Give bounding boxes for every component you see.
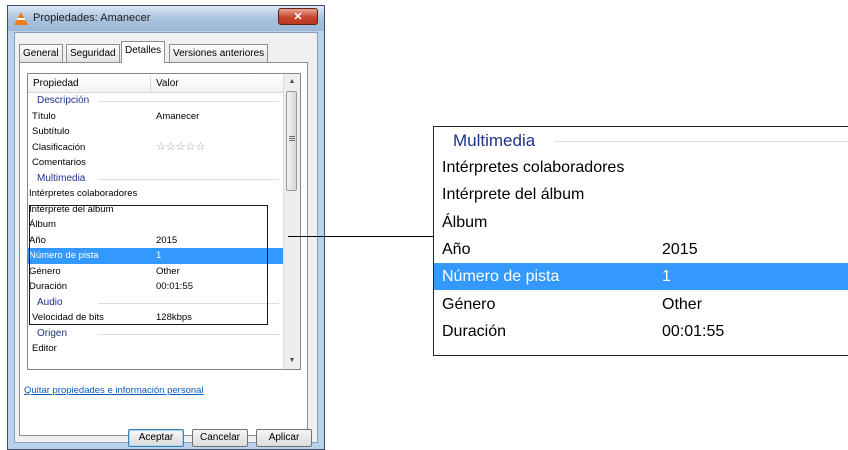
property-row-clasificacion[interactable]: Clasificación ☆☆☆☆☆ [28,140,285,156]
zoom-property-name: Número de pista [442,268,560,286]
property-row-numero-de-pista[interactable]: Número de pista 1 [28,248,285,264]
property-name: Álbum [29,219,56,230]
title-bar[interactable]: Propiedades: Amanecer ✕ [8,6,324,31]
list-header: Propiedad Valor [28,74,285,93]
group-label: Audio [37,296,63,308]
zoom-row-album: Álbum [434,209,848,236]
property-row-titulo[interactable]: Título Amanecer [28,109,285,125]
remove-properties-link[interactable]: Quitar propiedades e información persona… [24,385,204,396]
zoom-group-header: Multimedia [434,127,848,154]
group-divider [554,141,848,142]
zoom-group-label: Multimedia [453,131,536,150]
zoom-property-name: Intérpretes colaboradores [442,159,625,176]
group-label: Multimedia [37,172,86,184]
scroll-down-arrow-icon[interactable]: ▼ [284,353,300,369]
group-header-descripcion: Descripción [28,93,285,109]
column-divider[interactable] [150,76,151,90]
tab-general[interactable]: General [19,44,63,62]
property-name: Editor [32,343,57,354]
property-name: Intérprete del álbum [29,203,114,215]
property-name: Año [29,234,46,246]
group-header-origen: Origen [28,326,285,342]
group-label: Descripción [37,95,90,106]
group-divider [98,302,279,304]
zoom-row-ano: Año 2015 [434,236,848,263]
property-name: Subtítulo [32,126,70,137]
apply-button[interactable]: Aplicar [256,429,312,447]
property-row-interpretes-colaboradores[interactable]: Intérpretes colaboradores [28,186,285,202]
property-row-subtitulo[interactable]: Subtítulo [28,124,285,140]
property-value[interactable]: Other [156,264,180,280]
scroll-thumb[interactable] [286,91,297,191]
group-divider [98,333,279,335]
cancel-button[interactable]: Cancelar [192,429,248,447]
zoom-row-duracion: Duración 00:01:55 [434,318,848,345]
tab-seguridad[interactable]: Seguridad [66,44,120,62]
column-header-value[interactable]: Valor [156,78,179,89]
zoom-row-genero: Género Other [434,291,848,318]
property-list[interactable]: Propiedad Valor Descripción Título Amanece… [27,73,301,370]
property-row-interprete-del-album[interactable]: Intérprete del álbum [28,202,285,218]
vlc-cone-icon [14,12,28,25]
rating-stars-icon[interactable]: ☆☆☆☆☆ [156,140,205,156]
close-button[interactable]: ✕ [278,8,318,25]
property-row-velocidad-de-bits[interactable]: Velocidad de bits 128kbps [28,310,285,326]
zoom-property-name: Duración [442,322,507,340]
vertical-scrollbar[interactable]: ▲ ▼ [283,74,300,369]
property-name: Velocidad de bits [32,312,104,323]
zoom-property-value: 00:01:55 [662,322,725,340]
zoom-property-value: 2015 [662,240,698,258]
tab-detalles[interactable]: Detalles [121,41,166,63]
property-row-duracion[interactable]: Duración 00:01:55 [28,279,285,295]
group-divider [98,178,279,180]
property-name: Título [32,110,56,122]
property-row-genero[interactable]: Género Other [28,264,285,280]
property-row-comentarios[interactable]: Comentarios [28,155,285,171]
ok-button[interactable]: Aceptar [128,429,184,447]
zoom-property-name: Álbum [442,213,488,231]
property-row-editor[interactable]: Editor [28,341,285,357]
property-value[interactable]: 00:01:55 [156,279,193,295]
property-name: Número de pista [29,250,99,261]
window-title: Propiedades: Amanecer [33,12,151,24]
property-name: Comentarios [32,157,86,168]
column-header-property[interactable]: Propiedad [33,78,79,89]
properties-dialog: Propiedades: Amanecer ✕ General Segurida… [7,5,325,450]
property-value[interactable]: Amanecer [156,109,199,125]
property-row-album[interactable]: Álbum [28,217,285,233]
zoom-property-value: Other [662,295,703,313]
property-name: Clasificación [32,141,86,153]
group-header-multimedia: Multimedia [28,171,285,187]
property-value[interactable]: 2015 [156,233,177,249]
tab-versiones-anteriores[interactable]: Versiones anteriores [169,44,269,62]
property-value[interactable]: 1 [156,248,161,264]
grip-icon [289,136,295,137]
zoomed-multimedia-panel: Multimedia Intérpretes colaboradores Inté… [433,126,848,356]
zoom-row-interprete-del-album: Intérprete del álbum [434,181,848,208]
zoom-property-value: 1 [662,268,671,286]
zoom-row-interpretes-colaboradores: Intérpretes colaboradores [434,154,848,181]
callout-connector-line [288,236,434,237]
scroll-up-arrow-icon[interactable]: ▲ [284,74,300,90]
group-divider [98,101,279,102]
zoom-row-numero-de-pista: Número de pista 1 [434,263,848,291]
group-label: Origen [37,327,68,339]
property-name: Intérpretes colaboradores [29,188,138,199]
group-header-audio: Audio [28,295,285,311]
property-name: Duración [29,281,68,292]
zoom-property-name: Género [442,295,496,313]
property-name: Género [29,265,61,277]
details-panel: Propiedad Valor Descripción Título Amanece… [19,62,308,436]
property-value[interactable]: 128kbps [156,310,192,326]
property-rows: Descripción Título Amanecer Subtítulo Clasif… [28,93,285,357]
dialog-body: General Seguridad Detalles Versiones ant… [14,32,318,447]
zoom-property-name: Año [442,240,471,258]
zoom-property-name: Intérprete del álbum [442,186,585,204]
property-row-ano[interactable]: Año 2015 [28,233,285,249]
